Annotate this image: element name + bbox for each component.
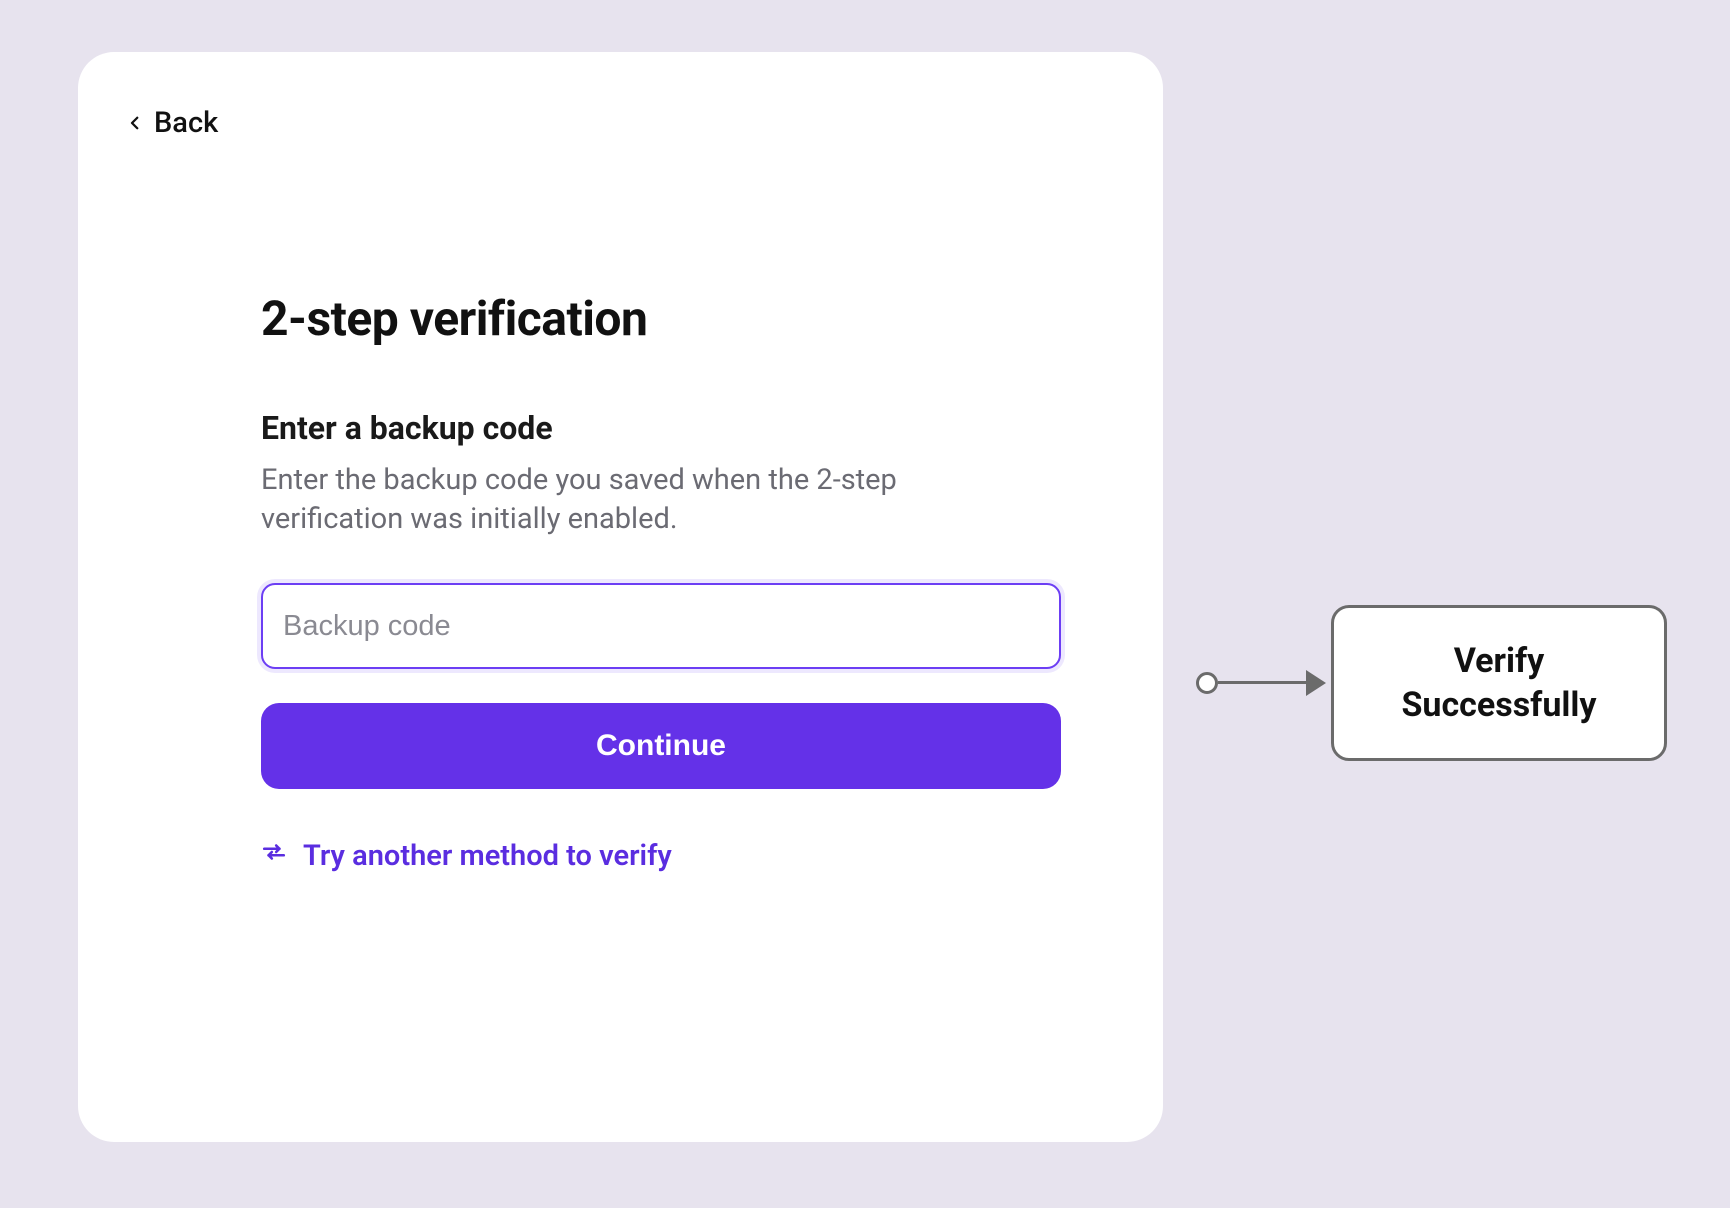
section-description: Enter the backup code you saved when the… xyxy=(261,461,981,539)
continue-button[interactable]: Continue xyxy=(261,703,1061,789)
page-title: 2-step verification xyxy=(261,290,1061,347)
chevron-left-icon xyxy=(126,114,144,132)
flow-node-verify-success[interactable]: Verify Successfully xyxy=(1331,605,1667,761)
backup-code-input[interactable] xyxy=(261,583,1061,669)
back-label: Back xyxy=(154,106,218,140)
flow-connector-start xyxy=(1196,672,1218,694)
swap-icon xyxy=(261,839,287,873)
section-subtitle: Enter a backup code xyxy=(261,409,1061,447)
arrow-right-icon xyxy=(1306,670,1326,696)
try-another-method-link[interactable]: Try another method to verify xyxy=(261,839,672,873)
alt-method-label: Try another method to verify xyxy=(303,839,672,873)
flow-connector-line xyxy=(1218,681,1312,684)
back-button[interactable]: Back xyxy=(126,106,218,140)
verification-card: Back 2-step verification Enter a backup … xyxy=(78,52,1163,1142)
card-body: 2-step verification Enter a backup code … xyxy=(261,290,1061,873)
flow-node-label: Verify Successfully xyxy=(1401,639,1596,727)
